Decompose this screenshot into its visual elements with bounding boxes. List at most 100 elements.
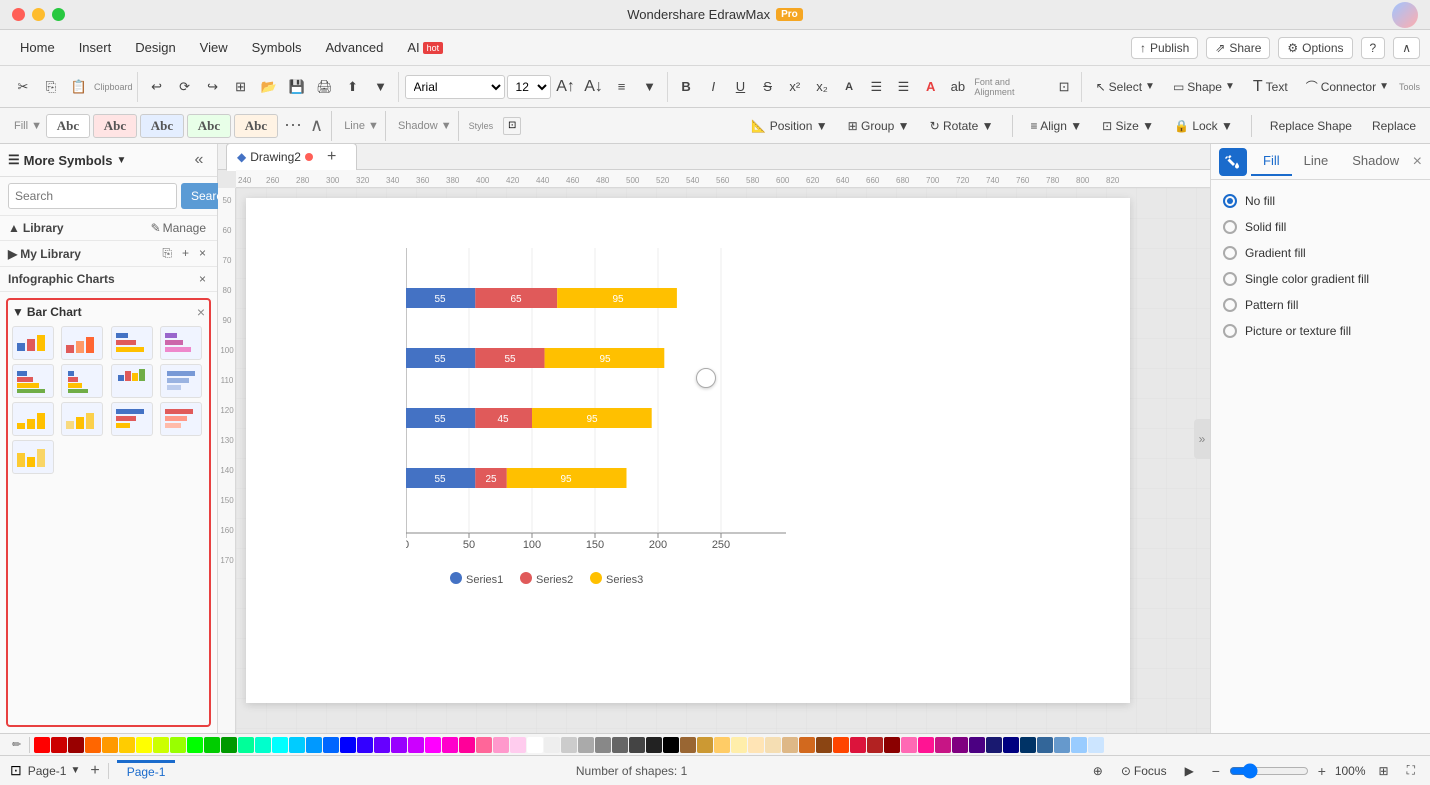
infographic-close-btn[interactable]: × (196, 271, 209, 287)
replace-button[interactable]: Replace (1366, 117, 1422, 135)
fill-option-solid[interactable]: Solid fill (1223, 214, 1418, 240)
palette-color[interactable] (408, 737, 424, 753)
page-1-tab[interactable]: Page-1 (117, 760, 176, 781)
text-tool[interactable]: T Text (1245, 74, 1296, 100)
palette-color[interactable] (901, 737, 917, 753)
rotate-button[interactable]: ↻ Rotate ▼ (924, 117, 1000, 135)
save-button[interactable]: 💾 (284, 74, 310, 100)
chart-thumb-6[interactable] (61, 364, 103, 398)
fill-option-no-fill[interactable]: No fill (1223, 188, 1418, 214)
share-button[interactable]: ⇗ Share (1206, 37, 1270, 59)
palette-color[interactable] (697, 737, 713, 753)
menu-item-symbols[interactable]: Symbols (242, 36, 312, 59)
palette-color[interactable] (340, 737, 356, 753)
add-tab-button[interactable]: + (317, 146, 346, 168)
palette-color[interactable] (289, 737, 305, 753)
palette-color[interactable] (969, 737, 985, 753)
font-size-select[interactable]: 12 (507, 75, 551, 99)
chart-thumb-7[interactable] (111, 364, 153, 398)
panel-collapse-button[interactable]: « (189, 150, 209, 170)
redo-button[interactable]: ↪ (200, 74, 226, 100)
chart-thumb-8[interactable] (160, 364, 202, 398)
add-page-button[interactable]: + (90, 762, 99, 780)
my-library-title[interactable]: ▶ My Library (8, 247, 81, 261)
chart-thumb-3[interactable] (111, 326, 153, 360)
palette-color[interactable] (816, 737, 832, 753)
menu-item-home[interactable]: Home (10, 36, 65, 59)
cut-button[interactable]: ✂ (10, 74, 36, 100)
palette-color[interactable] (1037, 737, 1053, 753)
menu-item-view[interactable]: View (190, 36, 238, 59)
palette-color[interactable] (782, 737, 798, 753)
font-size-increase[interactable]: A↑ (553, 74, 579, 100)
palette-color[interactable] (714, 737, 730, 753)
fit-screen-button[interactable]: ⊞ (1374, 762, 1394, 780)
align-group-button[interactable]: ≡ Align ▼ (1025, 117, 1089, 135)
style-swatch-4[interactable]: Abc (187, 114, 231, 138)
palette-color[interactable] (85, 737, 101, 753)
right-panel-close[interactable]: × (1413, 153, 1422, 171)
tab-line[interactable]: Line (1292, 147, 1341, 176)
palette-color[interactable] (119, 737, 135, 753)
palette-color[interactable] (578, 737, 594, 753)
connector-tool[interactable]: ⌒ Connector ▼ (1298, 74, 1397, 99)
palette-color[interactable] (51, 737, 67, 753)
focus-button[interactable]: ⊙ Focus (1116, 762, 1172, 780)
font-color-button[interactable]: A (918, 74, 943, 100)
palette-color[interactable] (850, 737, 866, 753)
style-collapse-button[interactable]: ∧ (308, 115, 325, 136)
palette-color[interactable] (493, 737, 509, 753)
bar-chart-close-btn[interactable]: × (197, 304, 205, 320)
fill-option-single-gradient[interactable]: Single color gradient fill (1223, 266, 1418, 292)
palette-color[interactable] (204, 737, 220, 753)
text-style-button[interactable]: A (837, 74, 862, 100)
options-button[interactable]: ⚙ Options (1278, 37, 1352, 59)
open-button[interactable]: 📂 (256, 74, 282, 100)
collapse-button[interactable]: ∧ (1393, 37, 1420, 59)
style-swatch-3[interactable]: Abc (140, 114, 184, 138)
palette-color[interactable] (476, 737, 492, 753)
more-history[interactable]: ▼ (368, 74, 394, 100)
my-library-copy-btn[interactable]: ⎘ (159, 245, 175, 262)
my-library-close-btn[interactable]: × (196, 245, 209, 262)
palette-color[interactable] (391, 737, 407, 753)
palette-color[interactable] (595, 737, 611, 753)
chart-thumb-11[interactable] (111, 402, 153, 436)
palette-color[interactable] (544, 737, 560, 753)
style-swatch-5[interactable]: Abc (234, 114, 278, 138)
canvas-tab-drawing2[interactable]: ◆ Drawing2 + (226, 144, 357, 171)
palette-color[interactable] (323, 737, 339, 753)
chart-thumb-1[interactable] (12, 326, 54, 360)
palette-color[interactable] (102, 737, 118, 753)
palette-color[interactable] (1020, 737, 1036, 753)
palette-color[interactable] (646, 737, 662, 753)
palette-color[interactable] (357, 737, 373, 753)
palette-color[interactable] (680, 737, 696, 753)
shape-tool[interactable]: ▭ Shape ▼ (1165, 76, 1243, 98)
paste-button[interactable]: 📋 (66, 74, 92, 100)
palette-eraser[interactable]: ✏ (8, 738, 25, 751)
position-button[interactable]: 📐 Position ▼ (745, 117, 833, 135)
palette-color[interactable] (1003, 737, 1019, 753)
palette-color[interactable] (459, 737, 475, 753)
play-button[interactable]: ▶ (1180, 762, 1199, 780)
new-page-button[interactable]: ⊞ (228, 74, 254, 100)
zoom-slider[interactable] (1229, 763, 1309, 779)
help-button[interactable]: ? (1361, 37, 1386, 59)
drawing-canvas[interactable]: 0 50 100 150 200 250 (236, 188, 1210, 733)
palette-color[interactable] (442, 737, 458, 753)
canvas-handle[interactable] (696, 368, 716, 388)
fill-option-picture[interactable]: Picture or texture fill (1223, 318, 1418, 344)
palette-color[interactable] (170, 737, 186, 753)
chart-thumb-2[interactable] (61, 326, 103, 360)
page-layout-button[interactable]: ⊡ (10, 762, 22, 779)
bold-button[interactable]: B (674, 74, 699, 100)
infographic-charts-title[interactable]: Infographic Charts (8, 272, 115, 286)
palette-color[interactable] (748, 737, 764, 753)
copy-button[interactable]: ⎘ (38, 74, 64, 100)
fill-icon-button[interactable] (1219, 148, 1247, 176)
layers-button[interactable]: ⊕ (1088, 762, 1108, 780)
tab-shadow[interactable]: Shadow (1340, 147, 1411, 176)
palette-color[interactable] (425, 737, 441, 753)
palette-color[interactable] (136, 737, 152, 753)
